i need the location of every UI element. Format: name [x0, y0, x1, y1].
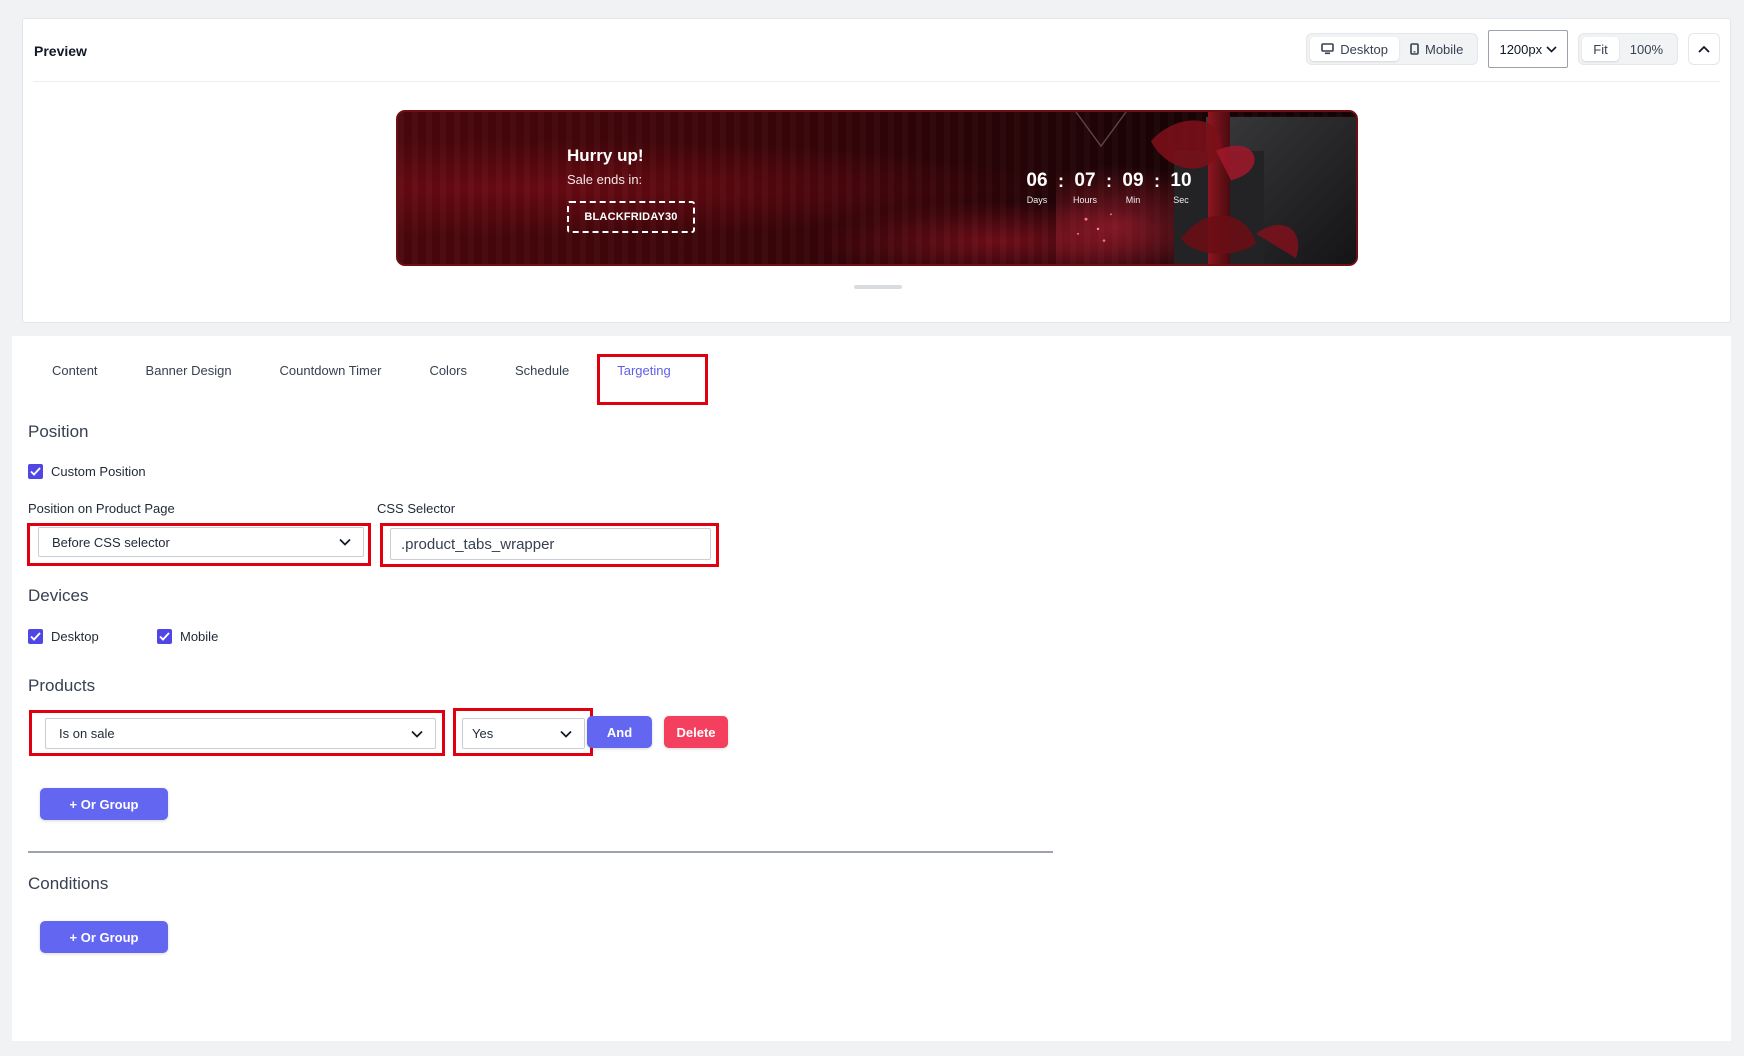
desktop-checkbox[interactable] [28, 629, 43, 644]
preview-width-value: 1200px [1499, 41, 1543, 57]
position-section-title: Position [28, 422, 89, 441]
tab-schedule[interactable]: Schedule [491, 356, 593, 384]
checkmark-icon [30, 467, 41, 476]
chevron-down-icon [339, 538, 351, 546]
desktop-view-label: Desktop [1340, 41, 1388, 57]
zoom-fit-button[interactable]: Fit [1582, 37, 1619, 61]
conditions-or-group-button[interactable]: + Or Group [40, 921, 168, 953]
countdown-days: 06 Days [1020, 170, 1054, 205]
tab-targeting[interactable]: Targeting [593, 356, 694, 384]
preview-title: Preview [34, 43, 87, 59]
desktop-checkbox-row[interactable]: Desktop [28, 629, 99, 644]
product-page-position-label: Position on Product Page [28, 501, 175, 516]
zoom-100-button[interactable]: 100% [1619, 37, 1674, 61]
chevron-down-icon [1546, 45, 1557, 53]
countdown-seconds-label: Sec [1173, 195, 1189, 205]
collapse-preview-button[interactable] [1688, 33, 1720, 65]
product-rule-field-value: Is on sale [59, 726, 115, 741]
countdown-hours-value: 07 [1074, 170, 1096, 191]
phone-icon [1410, 43, 1419, 55]
mobile-view-label: Mobile [1425, 41, 1464, 57]
product-rule-value-select[interactable]: Yes [462, 718, 585, 749]
countdown-banner: Hurry up! Sale ends in: BLACKFRIDAY30 06… [396, 110, 1358, 266]
section-divider [28, 851, 1053, 853]
chevron-up-icon [1698, 45, 1710, 53]
countdown-days-label: Days [1026, 195, 1048, 205]
device-toggle: Desktop Mobile [1306, 33, 1479, 65]
tab-banner-design[interactable]: Banner Design [122, 356, 256, 384]
custom-position-label: Custom Position [51, 464, 146, 479]
products-section-title: Products [28, 676, 96, 695]
chevron-down-icon [560, 730, 572, 738]
zoom-fit-label: Fit [1593, 41, 1608, 57]
preview-panel: Preview Desktop Mobile 1200px Fit 100% H… [22, 18, 1731, 323]
zoom-toggle: Fit 100% [1578, 33, 1678, 65]
mobile-checkbox-row[interactable]: Mobile [157, 629, 218, 644]
product-rule-value: Yes [472, 726, 494, 741]
custom-position-checkbox[interactable] [28, 464, 43, 479]
countdown-separator: : [1106, 171, 1112, 191]
mobile-checkbox[interactable] [157, 629, 172, 644]
custom-position-checkbox-row[interactable]: Custom Position [28, 464, 146, 479]
product-page-position-select[interactable]: Before CSS selector [38, 527, 364, 557]
tab-content[interactable]: Content [42, 356, 122, 384]
banner-headline: Hurry up! [567, 146, 644, 165]
conditions-section-title: Conditions [28, 874, 109, 893]
countdown-separator: : [1058, 171, 1064, 191]
countdown-seconds-value: 10 [1170, 170, 1192, 191]
and-button[interactable]: And [587, 716, 652, 748]
tab-countdown-timer[interactable]: Countdown Timer [256, 356, 406, 384]
delete-button[interactable]: Delete [664, 716, 728, 748]
tab-colors[interactable]: Colors [405, 356, 491, 384]
settings-panel: Content Banner Design Countdown Timer Co… [12, 336, 1731, 1041]
products-or-group-button[interactable]: + Or Group [40, 788, 168, 820]
css-selector-input[interactable]: .product_tabs_wrapper [390, 528, 711, 560]
banner-subtext: Sale ends in: [567, 172, 643, 187]
mobile-view-button[interactable]: Mobile [1399, 37, 1474, 61]
preview-width-select[interactable]: 1200px [1488, 30, 1569, 68]
checkmark-icon [30, 632, 41, 641]
settings-tabs: Content Banner Design Countdown Timer Co… [42, 356, 695, 384]
devices-section-title: Devices [28, 586, 89, 605]
countdown-minutes-value: 09 [1122, 170, 1144, 191]
checkmark-icon [159, 632, 170, 641]
product-page-position-value: Before CSS selector [52, 534, 170, 550]
css-selector-label: CSS Selector [377, 501, 456, 516]
desktop-view-button[interactable]: Desktop [1310, 37, 1399, 61]
preview-toolbar: Desktop Mobile 1200px Fit 100% [1306, 30, 1720, 68]
countdown-separator: : [1154, 171, 1160, 191]
mobile-label: Mobile [180, 629, 219, 644]
desktop-label: Desktop [51, 629, 99, 644]
countdown-hours: 07 Hours [1068, 170, 1102, 205]
preview-resize-handle[interactable] [854, 285, 902, 289]
zoom-100-label: 100% [1629, 41, 1663, 57]
countdown-hours-label: Hours [1072, 195, 1097, 205]
countdown-minutes-label: Min [1125, 195, 1141, 205]
countdown-days-value: 06 [1026, 170, 1048, 191]
countdown-timer: 06 Days : 07 Hours : 09 Min : 10 Sec [1020, 170, 1198, 205]
monitor-icon [1321, 43, 1335, 55]
preview-divider [33, 81, 1720, 82]
countdown-seconds: 10 Sec [1164, 170, 1198, 205]
chevron-down-icon [411, 730, 423, 738]
product-rule-field-select[interactable]: Is on sale [45, 718, 436, 749]
coupon-code-badge: BLACKFRIDAY30 [567, 201, 695, 233]
countdown-minutes: 09 Min [1116, 170, 1150, 205]
